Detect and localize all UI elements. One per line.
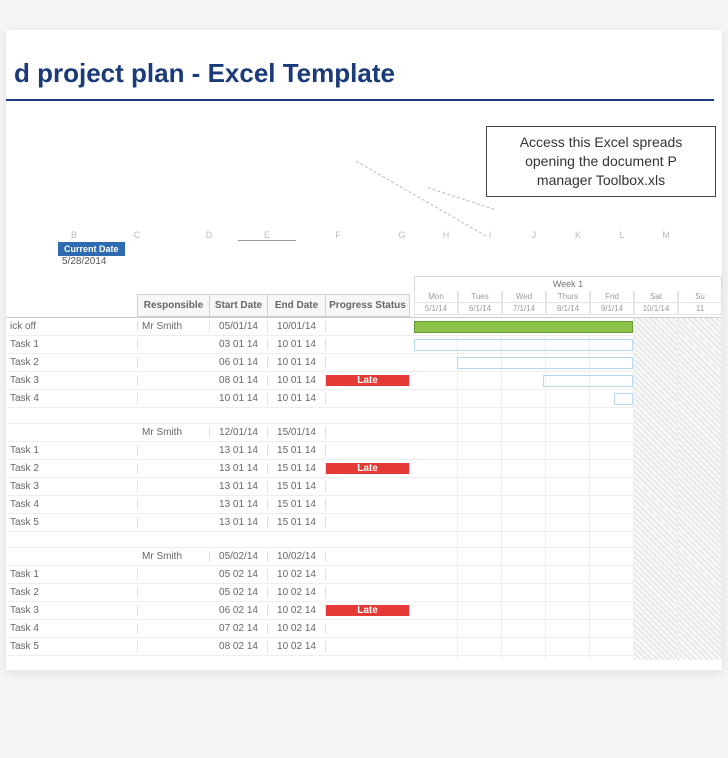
start-date-cell[interactable]: 12/01/14	[210, 427, 268, 438]
header-progress-status[interactable]: Progress Status	[326, 294, 410, 317]
start-date-cell[interactable]: 05/02/14	[210, 551, 268, 562]
weekend-column	[678, 318, 722, 660]
start-date-cell[interactable]: 06 01 14	[210, 357, 268, 368]
end-date-cell[interactable]: 15 01 14	[268, 481, 326, 492]
task-name-cell[interactable]: Task 5	[6, 641, 138, 652]
end-date-cell[interactable]: 15 01 14	[268, 445, 326, 456]
end-date-cell[interactable]: 10 01 14	[268, 357, 326, 368]
end-date-cell[interactable]: 10 02 14	[268, 605, 326, 616]
col-letter: L	[600, 230, 644, 241]
start-date-cell[interactable]: 13 01 14	[210, 445, 268, 456]
col-letter: M	[644, 230, 688, 241]
end-date-cell[interactable]: 15 01 14	[268, 499, 326, 510]
start-date-cell[interactable]: 05 02 14	[210, 587, 268, 598]
status-cell[interactable]: Late	[326, 375, 410, 386]
end-date-cell[interactable]: 10 02 14	[268, 641, 326, 652]
title-underline	[6, 99, 714, 101]
current-date-label: Current Date	[58, 242, 125, 256]
start-date-cell[interactable]: 10 01 14	[210, 393, 268, 404]
end-date-cell[interactable]: 10 02 14	[268, 623, 326, 634]
week-title: Week 1	[414, 276, 722, 291]
responsible-cell[interactable]: Mr Smith	[138, 321, 210, 332]
start-date-cell[interactable]: 07 02 14	[210, 623, 268, 634]
gantt-bar[interactable]	[457, 357, 633, 369]
spreadsheet-area[interactable]: B C D E F G H I J K L M Current Date 5/2…	[6, 230, 722, 660]
start-date-cell[interactable]: 05 02 14	[210, 569, 268, 580]
task-name-cell[interactable]: Task 2	[6, 463, 138, 474]
task-name-cell[interactable]: Task 3	[6, 481, 138, 492]
callout-line-2: opening the document P	[495, 152, 707, 171]
start-date-cell[interactable]: 08 02 14	[210, 641, 268, 652]
end-date-cell[interactable]: 10 01 14	[268, 375, 326, 386]
status-cell[interactable]: Late	[326, 605, 410, 616]
start-date-cell[interactable]: 13 01 14	[210, 481, 268, 492]
callout-connector	[356, 161, 486, 237]
end-date-cell[interactable]: 10 01 14	[268, 393, 326, 404]
responsible-cell[interactable]: Mr Smith	[138, 551, 210, 562]
col-letter: G	[380, 230, 424, 241]
end-date-cell[interactable]: 15/01/14	[268, 427, 326, 438]
callout-box: Access this Excel spreads opening the do…	[486, 126, 716, 197]
callout-connector	[428, 187, 495, 210]
col-letter: I	[468, 230, 512, 241]
responsible-cell[interactable]: Mr Smith	[138, 427, 210, 438]
start-date-cell[interactable]: 13 01 14	[210, 517, 268, 528]
callout-line-3: manager Toolbox.xls	[495, 171, 707, 190]
gantt-chart-area[interactable]	[414, 318, 722, 660]
task-name-cell[interactable]: Task 2	[6, 357, 138, 368]
task-name-cell[interactable]: Task 1	[6, 569, 138, 580]
col-letter: J	[512, 230, 556, 241]
end-date-cell[interactable]: 10/01/14	[268, 321, 326, 332]
header-spacer	[6, 294, 138, 317]
end-date-cell[interactable]: 10 02 14	[268, 587, 326, 598]
col-letter: K	[556, 230, 600, 241]
header-end-date[interactable]: End Date	[268, 294, 326, 317]
col-letter: D	[180, 230, 238, 241]
col-letter: F	[296, 230, 380, 241]
col-letter: H	[424, 230, 468, 241]
start-date-cell[interactable]: 05/01/14	[210, 321, 268, 332]
col-letter: B	[54, 230, 94, 241]
task-name-cell[interactable]: Task 3	[6, 605, 138, 616]
end-date-cell[interactable]: 15 01 14	[268, 517, 326, 528]
start-date-cell[interactable]: 13 01 14	[210, 463, 268, 474]
task-name-cell[interactable]: ick off	[6, 321, 138, 332]
status-cell[interactable]: Late	[326, 463, 410, 474]
task-name-cell[interactable]: Task 4	[6, 499, 138, 510]
page-title: d project plan - Excel Template	[6, 30, 722, 99]
task-name-cell[interactable]: Task 1	[6, 445, 138, 456]
task-name-cell[interactable]: Task 1	[6, 339, 138, 350]
current-date-value[interactable]: 5/28/2014	[62, 256, 107, 267]
task-name-cell[interactable]: Task 5	[6, 517, 138, 528]
header-responsible[interactable]: Responsible	[138, 294, 210, 317]
table-header-row: Responsible Start Date End Date Progress…	[6, 294, 722, 318]
col-letter-selected[interactable]: E	[238, 230, 296, 241]
header-start-date[interactable]: Start Date	[210, 294, 268, 317]
document-card: d project plan - Excel Template Access t…	[6, 30, 722, 670]
start-date-cell[interactable]: 13 01 14	[210, 499, 268, 510]
gantt-bar[interactable]	[414, 321, 633, 333]
task-name-cell[interactable]: Task 4	[6, 393, 138, 404]
task-name-cell[interactable]: Task 2	[6, 587, 138, 598]
end-date-cell[interactable]: 10 02 14	[268, 569, 326, 580]
column-letter-row: B C D E F G H I J K L M	[6, 230, 722, 241]
gantt-bar[interactable]	[543, 375, 632, 387]
gantt-bar[interactable]	[414, 339, 633, 351]
callout-line-1: Access this Excel spreads	[495, 133, 707, 152]
start-date-cell[interactable]: 06 02 14	[210, 605, 268, 616]
start-date-cell[interactable]: 03 01 14	[210, 339, 268, 350]
end-date-cell[interactable]: 10 01 14	[268, 339, 326, 350]
task-name-cell[interactable]: Task 4	[6, 623, 138, 634]
end-date-cell[interactable]: 10/02/14	[268, 551, 326, 562]
weekend-column	[634, 318, 678, 660]
task-name-cell[interactable]: Task 3	[6, 375, 138, 386]
col-letter: C	[94, 230, 180, 241]
start-date-cell[interactable]: 08 01 14	[210, 375, 268, 386]
end-date-cell[interactable]: 15 01 14	[268, 463, 326, 474]
gantt-bar[interactable]	[614, 393, 632, 405]
